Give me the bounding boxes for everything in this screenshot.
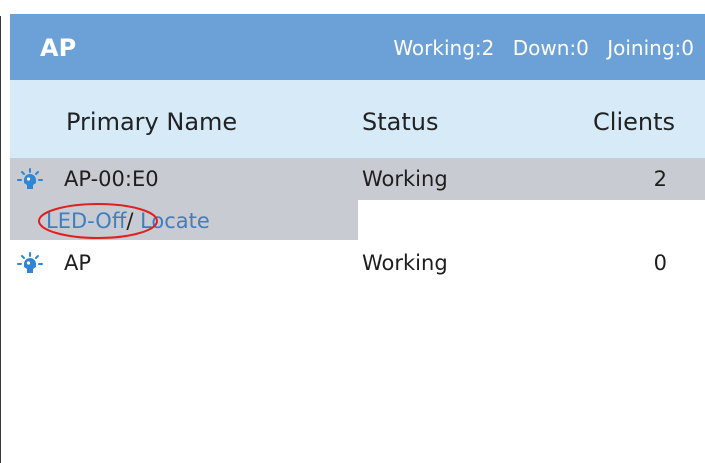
table-row[interactable]: AP Working 0 <box>10 242 705 284</box>
table-row[interactable]: AP-00:E0 Working 2 <box>10 158 705 200</box>
ap-name: AP <box>64 251 92 275</box>
row-actions: LED-Off/ Locate <box>46 203 210 239</box>
led-light-icon <box>17 168 43 189</box>
locate-link[interactable]: Locate <box>140 209 210 233</box>
ap-name: AP-00:E0 <box>64 167 159 191</box>
ap-clients: 2 <box>653 167 667 191</box>
led-off-link[interactable]: LED-Off <box>46 209 126 233</box>
table-header: Primary Name Status Clients <box>10 80 705 158</box>
led-light-icon <box>17 252 43 273</box>
joining-count: Joining:0 <box>607 36 694 60</box>
down-count: Down:0 <box>512 36 589 60</box>
ap-status: Working <box>362 251 448 275</box>
panel-left-border <box>0 0 1 463</box>
column-header-status[interactable]: Status <box>362 106 438 138</box>
ap-status: Working <box>362 167 448 191</box>
ap-stats: Working:2 Down:0 Joining:0 <box>381 32 694 64</box>
column-header-primary-name[interactable]: Primary Name <box>66 106 237 138</box>
access-points-panel: AP Working:2 Down:0 Joining:0 Primary Na… <box>0 0 705 463</box>
panel-title: AP <box>40 34 77 62</box>
ap-clients: 0 <box>653 251 667 275</box>
working-count: Working:2 <box>393 36 495 60</box>
column-header-clients[interactable]: Clients <box>593 106 675 138</box>
panel-header: AP Working:2 Down:0 Joining:0 <box>10 16 705 80</box>
